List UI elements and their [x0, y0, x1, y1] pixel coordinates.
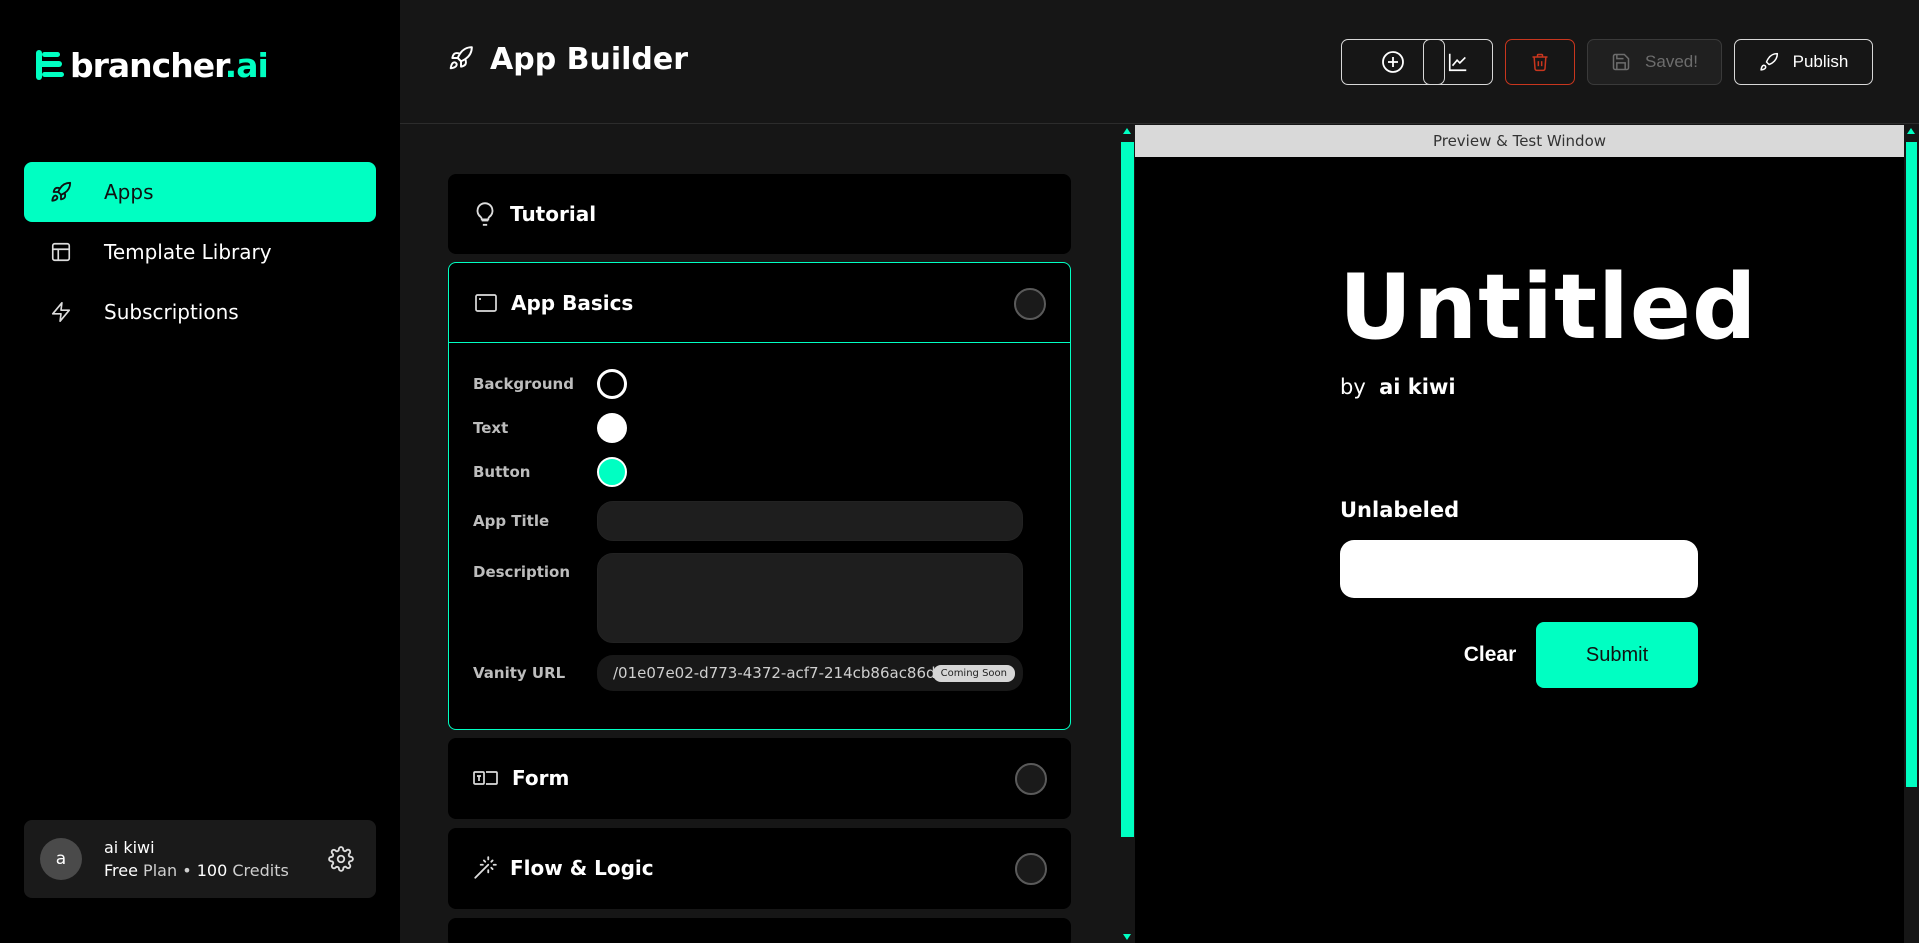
scroll-up-arrow[interactable]: [1123, 128, 1131, 134]
submit-button[interactable]: Submit: [1536, 622, 1698, 688]
flow-logic-panel[interactable]: Flow & Logic: [448, 828, 1071, 909]
app-title-row: App Title: [473, 501, 1023, 541]
next-panel-partial[interactable]: [448, 918, 1071, 943]
preview-author: by ai kiwi: [1340, 375, 1456, 399]
sidebar-item-label: Template Library: [104, 240, 272, 264]
sidebar-item-template-library[interactable]: Template Library: [24, 222, 376, 282]
vanity-url-field[interactable]: /01e07e02-d773-4372-acf7-214cb86ac86d Co…: [597, 655, 1023, 691]
by-word: by: [1340, 375, 1366, 399]
user-card: a ai kiwi Free Plan • 100 Credits: [24, 820, 376, 898]
separator: •: [182, 861, 192, 880]
sidebar-nav: Apps Template Library Subscriptions: [24, 162, 376, 342]
trash-icon: [1532, 53, 1548, 72]
scroll-up-arrow[interactable]: [1907, 128, 1915, 134]
user-plan: Free Plan • 100 Credits: [104, 861, 289, 880]
text-color-row: Text: [473, 413, 627, 443]
page-title: App Builder: [448, 42, 688, 77]
form-panel[interactable]: Form: [448, 738, 1071, 819]
lightbulb-icon: [476, 202, 494, 226]
lightning-icon: [48, 299, 74, 325]
sidebar-item-label: Subscriptions: [104, 300, 239, 324]
sidebar-item-label: Apps: [104, 180, 154, 204]
text-color-swatch[interactable]: [597, 413, 627, 443]
panel-title: Form: [512, 766, 570, 790]
plan-name: Free: [104, 861, 138, 880]
author-name: ai kiwi: [1379, 375, 1456, 399]
vanity-url-row: Vanity URL /01e07e02-d773-4372-acf7-214c…: [473, 655, 1047, 691]
preview-bar: Preview & Test Window: [1135, 125, 1904, 157]
magic-wand-icon: [474, 856, 497, 879]
description-textarea[interactable]: [597, 553, 1023, 643]
completion-radio[interactable]: [1015, 853, 1047, 885]
clear-button[interactable]: Clear: [1435, 622, 1545, 688]
layout-icon: [48, 239, 74, 265]
saved-button[interactable]: Saved!: [1587, 39, 1722, 85]
preview-field-label: Unlabeled: [1340, 498, 1460, 522]
header: App Builder Saved! Publish: [400, 0, 1919, 124]
panel-title: App Basics: [511, 290, 634, 315]
completion-radio[interactable]: [1015, 763, 1047, 795]
brand-logo[interactable]: brancher.ai: [34, 42, 269, 88]
save-icon: [1612, 53, 1630, 71]
text-input-icon: [473, 771, 498, 785]
preview-app-title: Untitled: [1339, 255, 1758, 360]
completion-radio[interactable]: [1014, 288, 1046, 320]
rocket-icon: [448, 45, 474, 75]
page-title-text: App Builder: [490, 42, 689, 77]
app-basics-panel: App Basics Background Text Button App Ti…: [448, 262, 1071, 730]
gear-icon[interactable]: [328, 846, 354, 872]
publish-label: Publish: [1792, 52, 1849, 71]
editor-scrollbar[interactable]: [1121, 128, 1134, 940]
credits-word: Credits: [232, 861, 289, 880]
chart-icon: [1448, 53, 1467, 72]
sidebar: brancher.ai Apps Template Library Subscr…: [0, 0, 400, 943]
panel-header: Flow & Logic: [448, 828, 1071, 908]
plus-circle-icon: [1382, 51, 1404, 73]
app-title-input[interactable]: [597, 501, 1023, 541]
button-color-swatch[interactable]: [597, 457, 627, 487]
button-label: Button: [473, 463, 531, 481]
panel-title: Flow & Logic: [510, 856, 654, 880]
plan-word: Plan: [143, 861, 178, 880]
sidebar-item-apps[interactable]: Apps: [24, 162, 376, 222]
user-name: ai kiwi: [104, 838, 155, 857]
panel-header[interactable]: App Basics: [449, 263, 1070, 343]
background-color-row: Background: [473, 369, 627, 399]
delete-button[interactable]: [1505, 39, 1575, 85]
scroll-down-arrow[interactable]: [1123, 934, 1131, 940]
description-row: Description: [473, 553, 1023, 643]
text-label: Text: [473, 419, 509, 437]
button-color-row: Button: [473, 457, 627, 487]
sidebar-item-subscriptions[interactable]: Subscriptions: [24, 282, 376, 342]
background-label: Background: [473, 375, 574, 393]
panel-header: Tutorial: [448, 174, 1071, 254]
credits-count: 100: [196, 861, 228, 880]
app-title-label: App Title: [473, 512, 550, 530]
preview-text-input[interactable]: [1340, 540, 1698, 598]
vanity-url-value: /01e07e02-d773-4372-acf7-214cb86ac86d: [613, 664, 936, 682]
user-info: ai kiwi Free Plan • 100 Credits: [104, 838, 289, 880]
tutorial-panel[interactable]: Tutorial: [448, 174, 1071, 254]
rocket-icon: [1759, 52, 1778, 71]
brancher-logo-icon: [36, 50, 64, 80]
window-icon: [475, 293, 497, 312]
description-label: Description: [473, 563, 571, 581]
rocket-icon: [48, 179, 74, 205]
publish-button[interactable]: Publish: [1734, 39, 1873, 85]
coming-soon-badge: Coming Soon: [932, 665, 1015, 682]
background-color-swatch[interactable]: [597, 369, 627, 399]
saved-label: Saved!: [1645, 52, 1698, 71]
brand-name: brancher.ai: [70, 45, 269, 85]
panel-title: Tutorial: [510, 202, 597, 226]
vanity-url-label: Vanity URL: [473, 664, 566, 682]
panel-header: Form: [448, 738, 1071, 818]
analytics-button[interactable]: [1423, 39, 1493, 85]
preview-window: Preview & Test Window Untitled by ai kiw…: [1135, 125, 1904, 943]
avatar[interactable]: a: [40, 838, 82, 880]
scroll-thumb[interactable]: [1121, 142, 1134, 837]
scroll-thumb[interactable]: [1906, 142, 1917, 787]
preview-scrollbar[interactable]: [1906, 128, 1917, 940]
